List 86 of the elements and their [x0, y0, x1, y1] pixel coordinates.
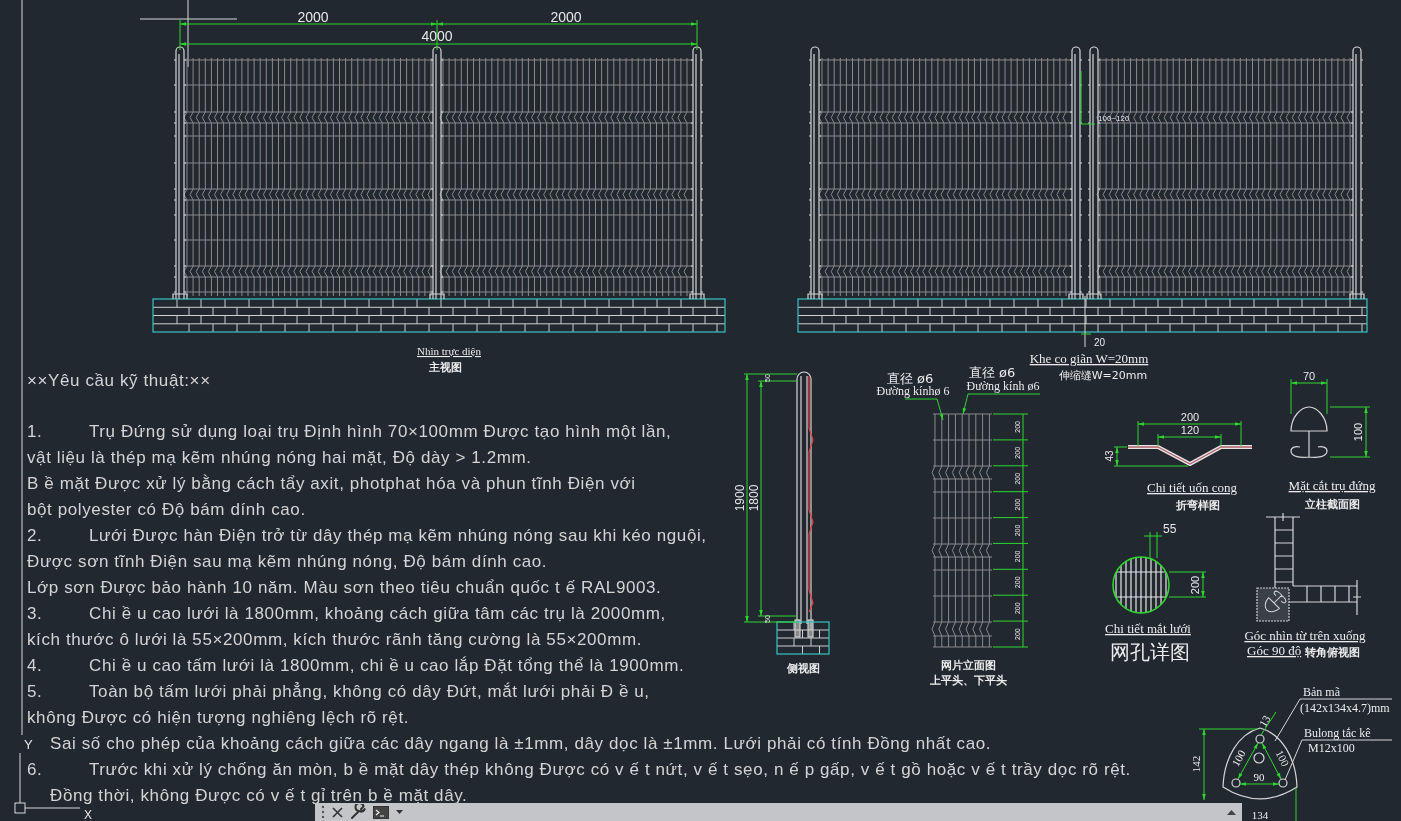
dimension-label: 200 — [1189, 575, 1201, 595]
dimension-line — [1295, 787, 1297, 821]
dimension-label: 4000 — [421, 28, 453, 44]
section-heading: ××Yêu cầu kỹ thuật:×× — [27, 370, 211, 392]
requirement-text: B ề mặt Được xử lý bằng cách tẩy axit, photphat hóa và phun tĩnh Điện với — [27, 473, 636, 495]
list-number: 2. — [27, 525, 43, 547]
dimension-label: 90 — [1253, 771, 1265, 783]
view-title: Góc nhìn từ trên xuống — [1244, 628, 1366, 643]
dimension-label: 70 — [1302, 370, 1316, 382]
requirement-text: không Được có hiện tượng nghiêng lệch rõ rệt. — [27, 707, 410, 729]
list-number: 4. — [27, 655, 43, 677]
requirement-text: bột polyester có Độ bám dính cao. — [27, 499, 306, 521]
dimension-label: 55 — [1163, 522, 1177, 536]
dimension-label: 1800 — [747, 484, 761, 512]
requirement-text: Toàn bộ tấm lưới phải phẳng, không có dây Đứt, mắt lưới phải Đ ề u, — [89, 681, 650, 703]
view-title: 网片立面图 — [940, 659, 996, 672]
view-subtitle: 上平头、下平头 — [929, 674, 1007, 687]
dimension-label: 100 — [1352, 422, 1364, 442]
requirement-text: Lưới Được hàn Điện trở từ dây thép mạ kẽm nhúng nóng sau khi kéo nguội, — [89, 525, 707, 547]
view-title: 侧视图 — [786, 662, 820, 675]
callout-label: Bản mã — [1303, 685, 1340, 699]
view-subtitle: 主视图 — [428, 361, 462, 374]
requirement-text: Trước khi xử lý chống ăn mòn, b ề mặt dây thép không Được có v ế t nứt, v ế t sẹo, n ế p gấp, v ế t gồ hoặc v ế t trầy dọc rõ rệt. — [89, 759, 1131, 781]
list-number: 5. — [27, 681, 43, 703]
view-title: Nhìn trực diện — [417, 345, 481, 357]
dimension-label: 120 — [1180, 424, 1200, 436]
dimension-line — [1168, 571, 1207, 598]
requirement-text: Chi ề u cao tấm lưới là 1800mm, chi ề u cao lắp Đặt tổng thể là 1900mm. — [89, 655, 685, 677]
callout-label: Đường kính ø6 — [966, 379, 1040, 393]
view-subtitle: 立柱截面图 — [1304, 498, 1360, 511]
leader-line — [904, 398, 944, 421]
dimension-label: 13 — [1256, 713, 1273, 729]
callout-label: (142x134x4.7)mm — [1300, 701, 1390, 715]
view-subtitle: 网孔详图 — [1110, 640, 1190, 664]
dimension-label: 2000 — [297, 9, 329, 25]
dimension-label: 2000 — [550, 9, 582, 25]
callout-label: Đường kínhø 6 — [876, 384, 950, 398]
requirement-text: Lớp sơn Được bảo hành 10 năm. Màu sơn theo tiêu chuẩn quốc t ế RAL9003. — [27, 577, 662, 599]
callout-label: 直径 ø6 — [968, 365, 1016, 380]
callout-label: Bulong tắc kê — [1304, 726, 1371, 740]
view-subtitle: 折弯样图 — [1176, 499, 1220, 512]
view-title: Góc 90 độ — [1247, 643, 1302, 658]
view-subtitle: 伸缩缝W=20mm — [1058, 369, 1148, 382]
view-subtitle: 转角俯视图 — [1304, 646, 1360, 659]
view-title: Chi tiết uốn cong — [1147, 480, 1237, 495]
list-number: 1. — [27, 421, 43, 443]
dimension-label: 100 — [1229, 747, 1248, 769]
post-section-drawing — [1290, 406, 1328, 458]
requirement-text: Chi ề u cao lưới là 1800mm, khoảng cách giữa tâm các trụ là 2000mm, — [89, 603, 666, 625]
list-number: 3. — [27, 603, 43, 625]
expansion-joint-line — [1084, 295, 1086, 348]
dimension-label: 43 — [1104, 450, 1115, 462]
requirement-text: Được sơn tĩnh Điện sau mạ kẽm nhúng nóng, Độ bám dính cao. — [27, 551, 548, 573]
requirement-text: kích thước ô lưới là 55×200mm, kích thước rãnh tăng cường là 55×200mm. — [27, 629, 642, 651]
caret-down-icon[interactable] — [396, 810, 403, 814]
wrench-icon[interactable] — [350, 804, 366, 820]
terminal-icon[interactable] — [373, 805, 389, 819]
dimension-line — [1143, 531, 1163, 559]
list-number: 6. — [27, 759, 43, 781]
requirement-text: Đồng thời, không Được có v ế t gỉ trên b ề mặt dây. — [50, 785, 468, 807]
view-title: Chi tiết mắt lưới — [1105, 621, 1191, 636]
dimension-line — [1080, 333, 1092, 335]
dimension-label: 1900 — [733, 484, 747, 512]
requirement-text: Sai số cho phép của khoảng cách giữa các dây ngang là ±1mm, dây dọc là ±1mm. Lưới phải có tính Đồng nhất cao. — [50, 733, 992, 755]
mesh-detail-drawing — [1112, 556, 1170, 614]
callout-label: 直径 ø6 — [886, 371, 934, 386]
grip-icon[interactable] — [321, 805, 325, 819]
dimension-line — [1290, 378, 1328, 415]
dimension-label: 134 — [1251, 809, 1269, 821]
caret-up-icon[interactable] — [1227, 809, 1236, 815]
view-title: Mặt cắt trụ đứng — [1288, 478, 1376, 493]
requirement-text: Trụ Đứng sử dụng loại trụ Định hình 70×100mm Được tạo hình một lần, — [89, 421, 672, 443]
dimension-label: 20 — [1094, 337, 1106, 348]
dimension-label: 100 — [1273, 748, 1292, 769]
dimension-label: 200 — [1180, 411, 1200, 423]
callout-label: M12x100 — [1308, 741, 1355, 755]
axis-label: X — [84, 808, 92, 821]
view-title: Khe co giãn W=20mm — [1029, 351, 1149, 366]
dimension-label: 142 — [1190, 755, 1202, 773]
axis-label: Y — [24, 737, 33, 752]
close-icon[interactable] — [332, 806, 343, 818]
requirement-text: vật liệu là thép mạ kẽm nhúng nóng hai mặt, Độ dày > 1.2mm. — [27, 447, 532, 469]
dimension-label: 100~120 — [1098, 114, 1130, 123]
brick-foundation — [776, 621, 830, 655]
dimension-line — [1080, 70, 1096, 125]
dimension-line — [1329, 406, 1371, 458]
